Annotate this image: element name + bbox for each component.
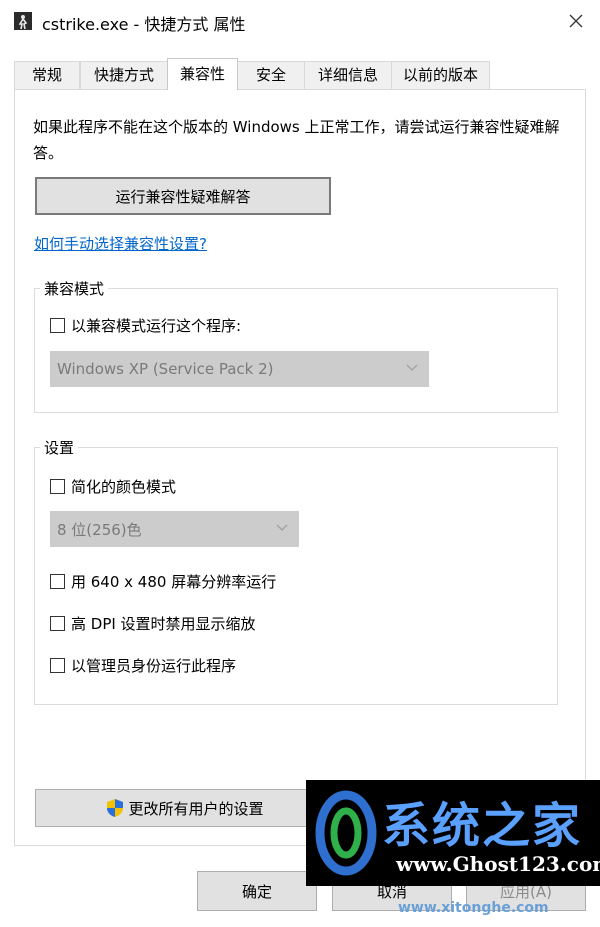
reduced-color-label: 简化的颜色模式 <box>71 478 177 496</box>
admin-label: 以管理员身份运行此程序 <box>71 657 237 675</box>
tab-strip: 常规 快捷方式 兼容性 安全 详细信息 以前的版本 <box>0 58 600 90</box>
dpi-label: 高 DPI 设置时禁用显示缩放 <box>71 615 256 633</box>
color-depth-select: 8 位(256)色 <box>50 511 299 547</box>
res640-checkbox[interactable] <box>50 574 65 589</box>
res640-checkbox-row[interactable]: 用 640 x 480 屏幕分辨率运行 <box>50 571 276 592</box>
watermark-url: www.Ghost123.com <box>396 852 600 876</box>
change-all-users-label: 更改所有用户的设置 <box>128 799 264 818</box>
uac-shield-icon <box>107 799 124 817</box>
tab-general[interactable]: 常规 <box>14 61 80 89</box>
window-title: cstrike.exe - 快捷方式 属性 <box>42 15 246 34</box>
os-version-select-value: Windows XP (Service Pack 2) <box>57 360 274 378</box>
admin-checkbox-row[interactable]: 以管理员身份运行此程序 <box>50 655 236 676</box>
compat-mode-checkbox-label: 以兼容模式运行这个程序: <box>71 317 242 335</box>
watermark-title: 系统之家 <box>382 798 583 854</box>
close-icon <box>569 14 583 28</box>
cstrike-app-icon <box>14 12 32 30</box>
watermark-logo: 系统之家 www.Ghost123.com <box>306 780 600 886</box>
compat-mode-checkbox[interactable] <box>50 318 65 333</box>
tab-shortcut[interactable]: 快捷方式 <box>80 61 168 89</box>
res640-label: 用 640 x 480 屏幕分辨率运行 <box>71 573 277 591</box>
tab-compatibility[interactable]: 兼容性 <box>167 58 238 90</box>
watermark-emblem-icon <box>315 790 377 876</box>
tab-details[interactable]: 详细信息 <box>304 61 392 89</box>
ok-button[interactable]: 确定 <box>197 871 317 911</box>
compat-mode-group-title: 兼容模式 <box>40 278 109 299</box>
dpi-checkbox[interactable] <box>50 616 65 631</box>
dpi-checkbox-row[interactable]: 高 DPI 设置时禁用显示缩放 <box>50 613 256 634</box>
manual-compat-link[interactable]: 如何手动选择兼容性设置? <box>34 233 207 254</box>
change-all-users-button[interactable]: 更改所有用户的设置 <box>35 789 335 827</box>
run-troubleshooter-button[interactable]: 运行兼容性疑难解答 <box>35 177 331 215</box>
color-depth-select-value: 8 位(256)色 <box>57 520 142 539</box>
tab-previous-versions[interactable]: 以前的版本 <box>391 61 490 89</box>
reduced-color-checkbox[interactable] <box>50 479 65 494</box>
close-button[interactable] <box>556 4 596 38</box>
compat-mode-checkbox-row[interactable]: 以兼容模式运行这个程序: <box>50 315 241 336</box>
compat-description: 如果此程序不能在这个版本的 Windows 上正常工作，请尝试运行兼容性疑难解答… <box>33 118 560 162</box>
watermark-url-secondary: www.xitonghe.com <box>398 900 549 916</box>
os-version-select: Windows XP (Service Pack 2) <box>50 351 429 387</box>
admin-checkbox[interactable] <box>50 658 65 673</box>
reduced-color-checkbox-row[interactable]: 简化的颜色模式 <box>50 476 176 497</box>
chevron-down-icon <box>276 524 288 531</box>
title-bar: cstrike.exe - 快捷方式 属性 <box>0 0 600 44</box>
settings-group-title: 设置 <box>40 437 79 458</box>
chevron-down-icon <box>406 364 418 371</box>
tab-security[interactable]: 安全 <box>237 61 305 89</box>
